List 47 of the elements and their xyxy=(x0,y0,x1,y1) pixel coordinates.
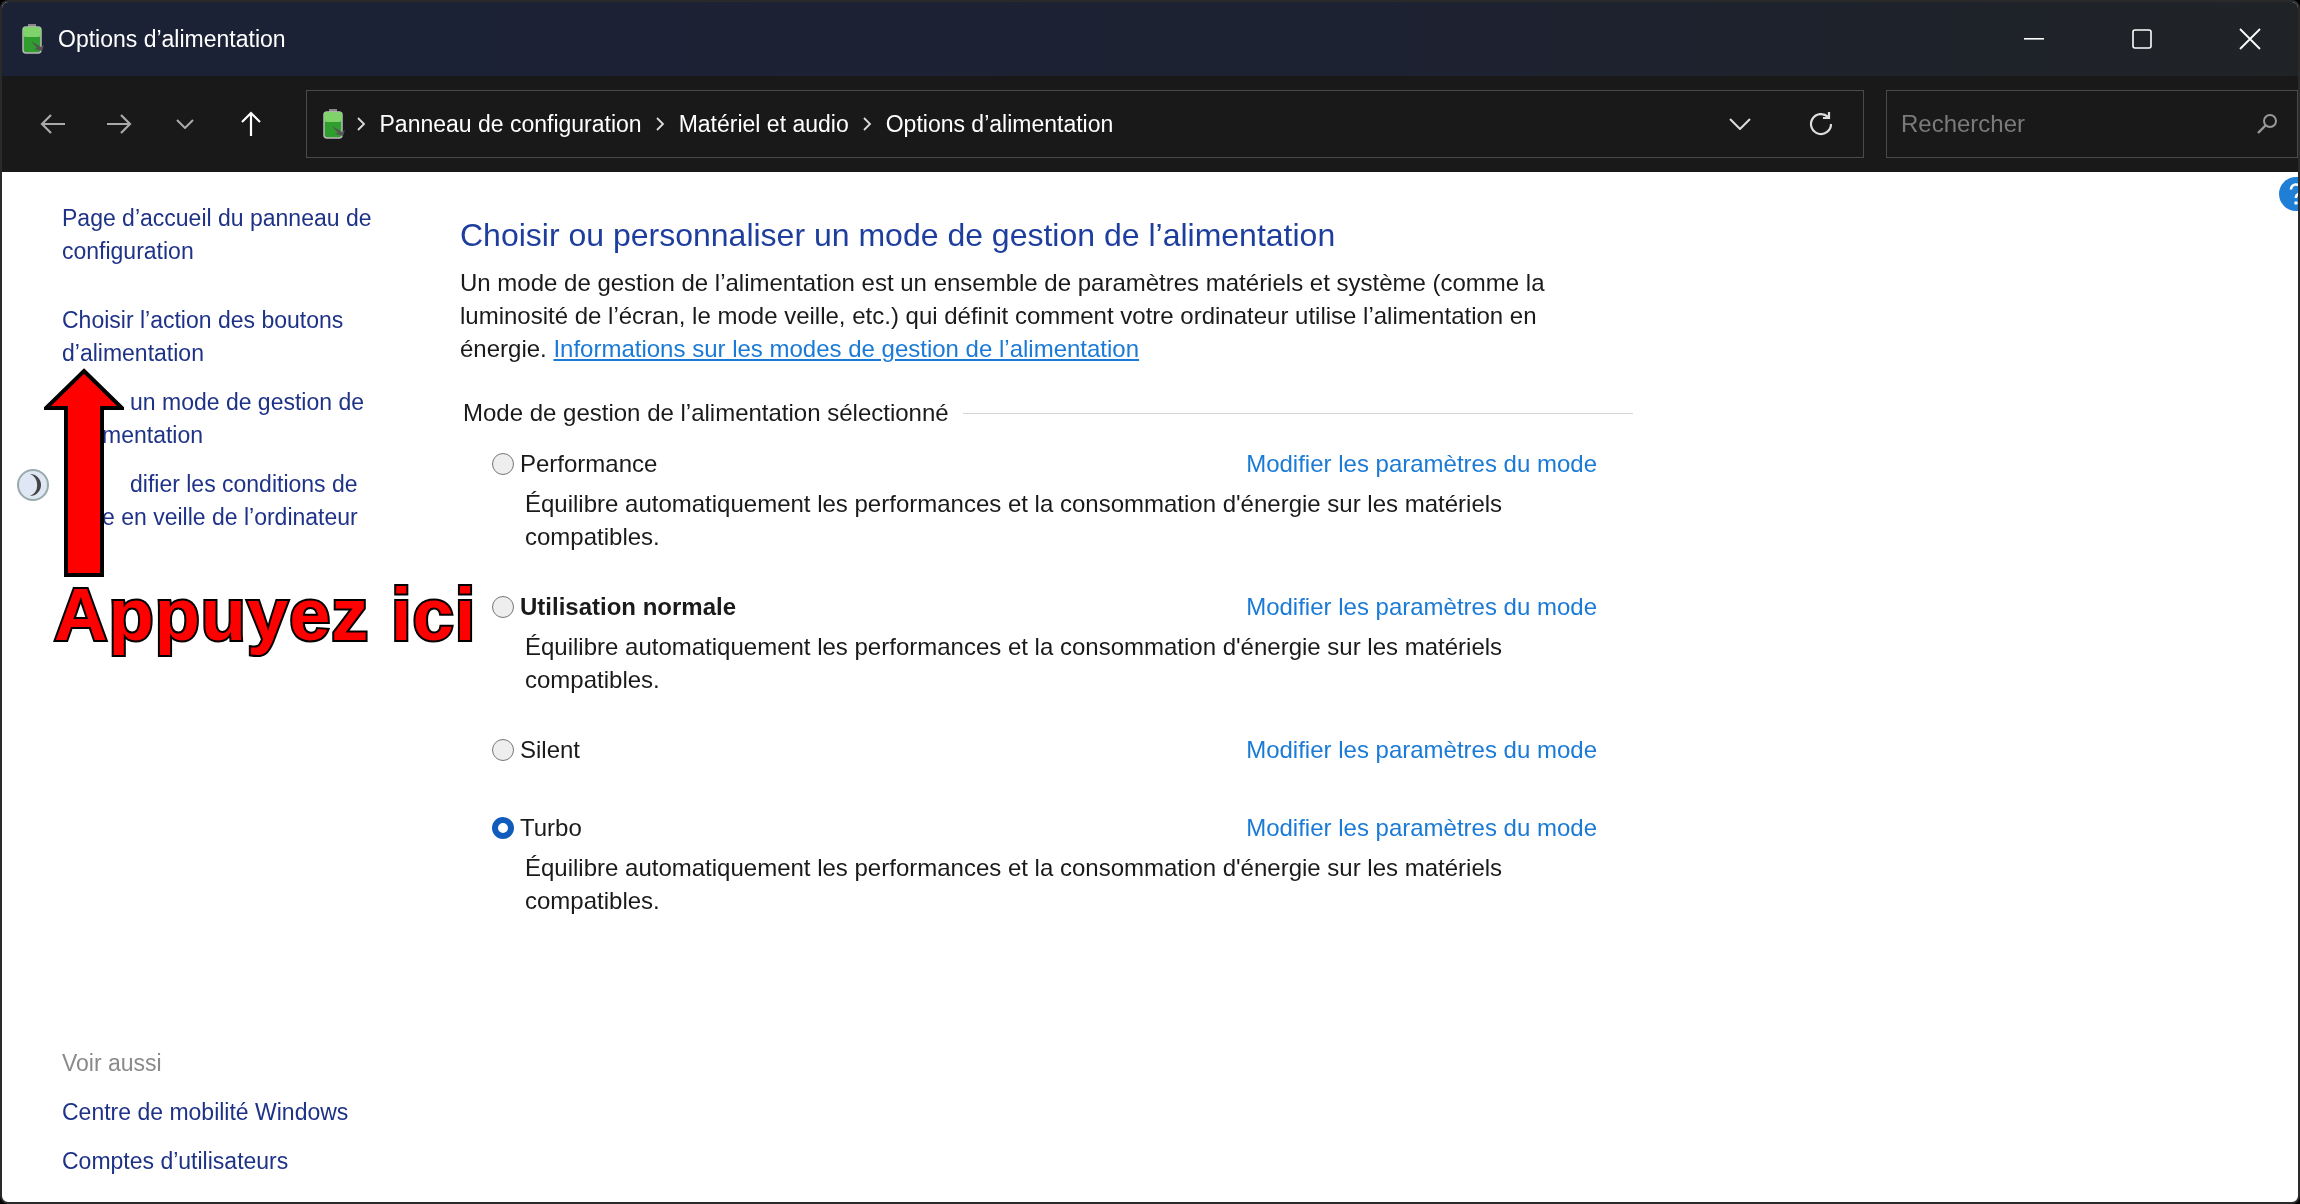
annotation-text: Appuyez ici xyxy=(54,572,477,657)
window-title: Options d’alimentation xyxy=(58,25,287,53)
breadcrumb-item[interactable]: Matériel et audio xyxy=(678,110,849,138)
refresh-icon[interactable] xyxy=(1807,110,1835,138)
radio-button[interactable] xyxy=(492,817,514,839)
plan-name[interactable]: Turbo xyxy=(520,811,582,845)
up-arrow-icon[interactable] xyxy=(239,111,262,137)
info-link[interactable]: Informations sur les modes de gestion de l’alimentation xyxy=(553,335,1140,362)
see-also-link[interactable]: Comptes d’utilisateurs xyxy=(62,1145,460,1178)
breadcrumb-item[interactable]: Options d’alimentation xyxy=(885,110,1114,138)
plan-name[interactable]: Performance xyxy=(520,447,658,481)
sidebar-link[interactable]: Page d’accueil du panneau de configuration xyxy=(62,202,460,268)
maximize-icon[interactable] xyxy=(2132,29,2152,49)
radio-button[interactable] xyxy=(492,453,514,475)
sidebar-link[interactable]: Choisir l’action des boutons d’alimentation xyxy=(62,304,460,370)
sidebar-link[interactable]: un mode de gestion de mentation xyxy=(62,386,460,452)
plan-description: Équilibre automatiquement les performances et la consommation d'énergie sur les matériels compatibles. xyxy=(525,632,1504,695)
close-icon[interactable] xyxy=(2239,28,2261,50)
chevron-icon[interactable] xyxy=(862,117,872,131)
group-heading: Mode de gestion de l’alimentation sélectionné xyxy=(463,399,949,427)
plan-name[interactable]: Utilisation normale xyxy=(520,590,737,624)
see-also-link[interactable]: Centre de mobilité Windows xyxy=(62,1096,460,1129)
plan-name[interactable]: Silent xyxy=(520,733,581,767)
plan-description: Équilibre automatiquement les performances et la consommation d'énergie sur les matériels compatibles. xyxy=(525,853,1504,916)
plan-settings-link[interactable]: Modifier les paramètres du mode xyxy=(1246,447,1597,481)
chevron-icon[interactable] xyxy=(655,117,665,131)
forward-arrow-icon[interactable] xyxy=(105,113,132,135)
battery-icon xyxy=(320,108,347,140)
intro-paragraph: Un mode de gestion de l’alimentation est un ensemble de paramètres matériels et système (comme la luminosité de l’écran, le mode veille, etc.) qui définit comment votre ordinateur utilise l’alimentation en énergie. Informations sur les modes de gestion de l’alimentation xyxy=(460,268,1546,364)
page-heading: Choisir ou personnaliser un mode de gestion de l’alimentation xyxy=(460,216,1337,254)
plan-settings-link[interactable]: Modifier les paramètres du mode xyxy=(1246,590,1597,624)
moon-icon xyxy=(16,468,50,502)
back-arrow-icon[interactable] xyxy=(39,113,66,135)
plan-settings-link[interactable]: Modifier les paramètres du mode xyxy=(1246,733,1597,767)
search-field[interactable]: Rechercher xyxy=(1886,90,2298,158)
section-heading: Voir aussi xyxy=(62,1049,163,1078)
plan-description: Équilibre automatiquement les performances et la consommation d'énergie sur les matériels compatibles. xyxy=(525,489,1504,552)
address-bar[interactable]: Panneau de configuration Matériel et audio Options d’alimentation xyxy=(305,90,1864,158)
breadcrumb-item[interactable]: Panneau de configuration xyxy=(379,110,642,138)
radio-button[interactable] xyxy=(492,739,514,761)
caret-icon[interactable] xyxy=(175,119,194,129)
radio-button[interactable] xyxy=(492,596,514,618)
plan-settings-link[interactable]: Modifier les paramètres du mode xyxy=(1246,811,1597,845)
dropdown-icon[interactable] xyxy=(1729,118,1751,130)
search-icon xyxy=(2256,113,2278,135)
chevron-icon[interactable] xyxy=(356,117,366,131)
battery-icon xyxy=(20,23,46,55)
